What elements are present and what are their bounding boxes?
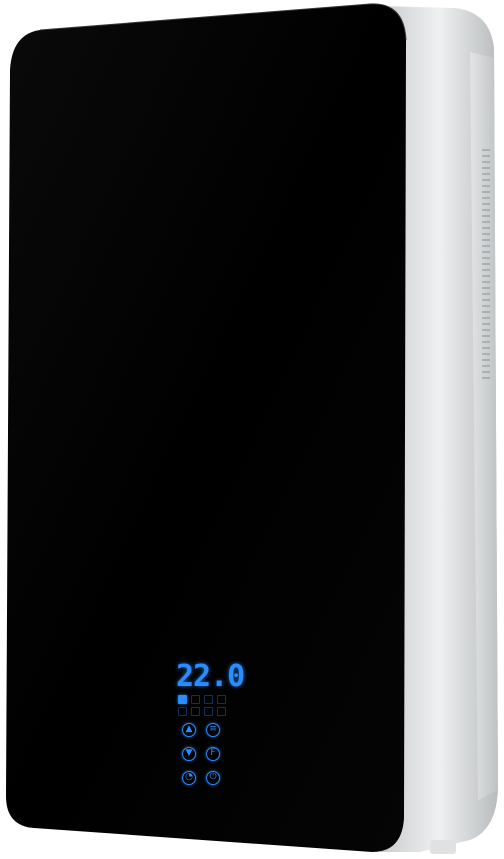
indicator-icon <box>191 707 200 716</box>
indicator-icon <box>191 695 200 704</box>
led-control-panel: 22.0 ▲ ≡ ▼ F ◔ ⏻ <box>176 659 245 800</box>
arrow-down-icon[interactable]: ▼ <box>182 747 196 761</box>
bottom-bracket <box>430 840 456 854</box>
indicator-icon <box>204 695 213 704</box>
indicator-icon <box>217 695 226 704</box>
indicator-icon <box>217 707 226 716</box>
status-indicator-grid <box>178 695 230 717</box>
power-icon[interactable]: ⏻ <box>206 771 220 785</box>
mode-icon[interactable]: ≡ <box>206 723 220 737</box>
indicator-icon <box>204 707 213 716</box>
water-heater-illustration <box>6 3 498 854</box>
temperature-readout: 22.0 <box>176 659 245 694</box>
settings-icon[interactable]: F <box>206 747 220 761</box>
indicator-icon <box>178 695 187 704</box>
timer-icon[interactable]: ◔ <box>182 771 196 785</box>
indicator-icon <box>178 707 187 716</box>
arrow-up-icon[interactable]: ▲ <box>182 723 196 737</box>
